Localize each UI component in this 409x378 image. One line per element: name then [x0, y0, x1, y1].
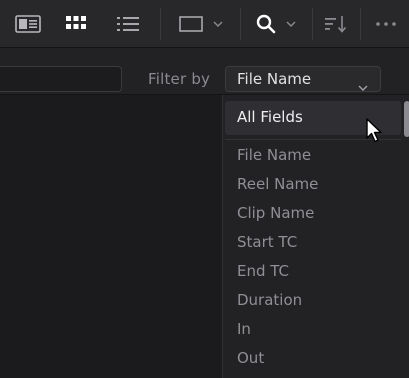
grid-view-button[interactable]	[58, 8, 94, 40]
sort-icon	[325, 15, 347, 33]
dropdown-item-duration[interactable]: Duration	[237, 286, 397, 315]
filter-by-label: Filter by	[148, 70, 211, 88]
dropdown-item-clip-name[interactable]: Clip Name	[237, 199, 397, 228]
dropdown-item-in[interactable]: In	[237, 315, 397, 344]
toolbar-divider	[360, 8, 361, 40]
dropdown-item-start-tc[interactable]: Start TC	[237, 228, 397, 257]
chevron-down-icon	[213, 21, 223, 27]
sort-button[interactable]	[318, 8, 354, 40]
toolbar	[0, 0, 409, 48]
mouse-pointer-icon	[366, 118, 384, 148]
dropdown-item-reel-name[interactable]: Reel Name	[237, 170, 397, 199]
filter-bar: Filter by File Name	[0, 48, 409, 95]
more-options-icon	[375, 21, 397, 27]
search-button[interactable]	[248, 8, 304, 40]
list-view-icon	[117, 16, 139, 32]
dropdown-item-end-tc[interactable]: End TC	[237, 257, 397, 286]
media-pool-window: Filter by File Name All Fields File Name…	[0, 0, 409, 378]
dropdown-scrollbar[interactable]	[404, 101, 409, 137]
grid-view-icon	[66, 16, 86, 32]
media-pool-content	[0, 95, 222, 378]
filter-select-value: File Name	[237, 70, 312, 88]
search-input[interactable]	[0, 66, 122, 92]
clip-display-button[interactable]	[170, 8, 232, 40]
clip-display-icon	[179, 16, 203, 32]
dropdown-item-out[interactable]: Out	[237, 344, 397, 373]
toolbar-divider	[240, 8, 241, 40]
toolbar-divider	[312, 8, 313, 40]
chevron-down-icon	[358, 76, 368, 95]
dropdown-item-label: All Fields	[237, 108, 303, 126]
thumbnail-view-icon	[15, 15, 41, 33]
more-options-button[interactable]	[366, 8, 406, 40]
thumbnail-view-button[interactable]	[8, 8, 48, 40]
chevron-down-icon	[286, 21, 296, 27]
list-view-button[interactable]	[110, 8, 146, 40]
filter-field-select[interactable]: File Name	[225, 66, 381, 92]
search-icon	[256, 14, 276, 34]
toolbar-divider	[160, 8, 161, 40]
